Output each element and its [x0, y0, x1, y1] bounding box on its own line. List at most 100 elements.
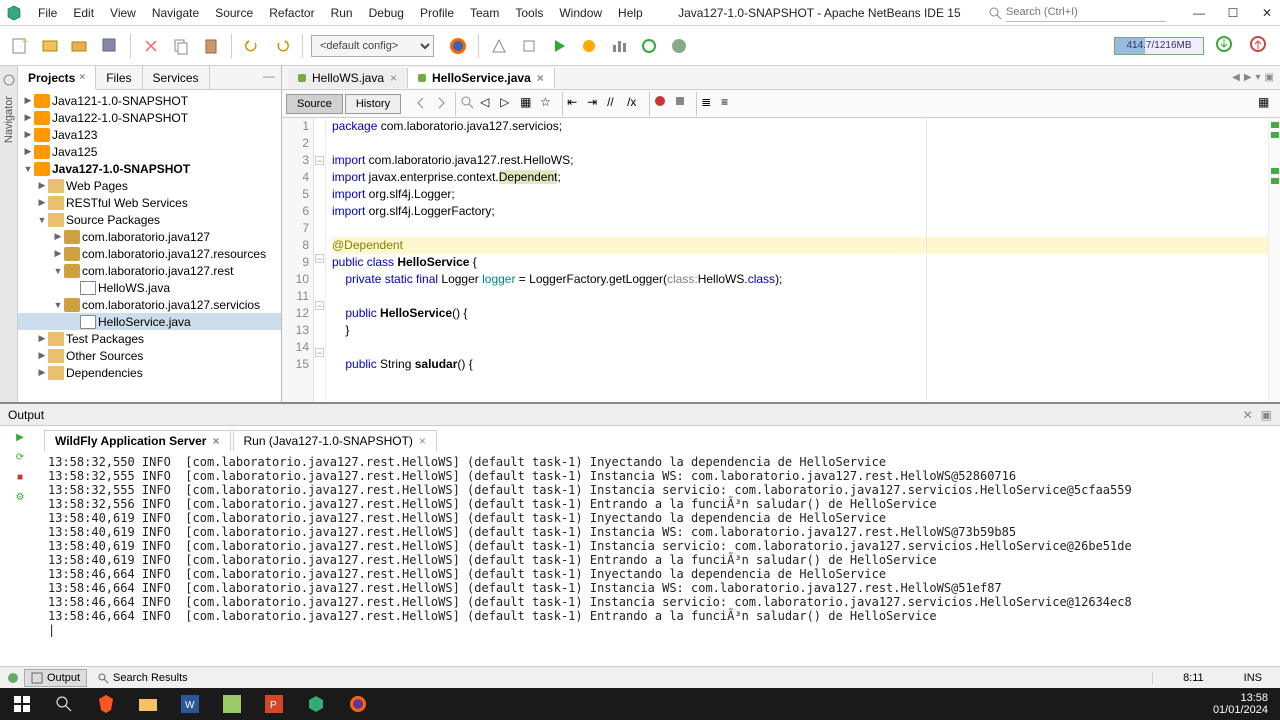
tree-node[interactable]: ▶Other Sources [18, 347, 281, 364]
tree-node[interactable]: ▶Dependencies [18, 364, 281, 381]
panel-tab-services[interactable]: Services [143, 66, 210, 89]
next-tab-icon[interactable]: ▶ [1244, 72, 1252, 83]
debug-icon[interactable] [577, 34, 601, 58]
project-tree[interactable]: ▶Java121-1.0-SNAPSHOT▶Java122-1.0-SNAPSH… [18, 90, 281, 402]
tree-node[interactable]: ▶Java122-1.0-SNAPSHOT [18, 109, 281, 126]
menu-window[interactable]: Window [551, 2, 610, 24]
tree-node[interactable]: ▶Java123 [18, 126, 281, 143]
editor-tab[interactable]: HelloService.java × [408, 68, 555, 88]
code-editor[interactable]: package com.laboratorio.java127.servicio… [326, 118, 1268, 402]
menu-tools[interactable]: Tools [507, 2, 551, 24]
word-icon[interactable]: W [172, 690, 208, 718]
tree-node[interactable]: HelloService.java [18, 313, 281, 330]
stop-output-icon[interactable]: ■ [11, 468, 29, 486]
tree-node[interactable]: ▶Web Pages [18, 177, 281, 194]
output-close-icon[interactable]: ✕ [1243, 408, 1253, 422]
memory-indicator[interactable]: 414.7/1216MB [1114, 37, 1204, 55]
clean-build-icon[interactable] [517, 34, 541, 58]
tree-node[interactable]: ▼com.laboratorio.java127.servicios [18, 296, 281, 313]
firefox-icon[interactable] [340, 690, 376, 718]
output-console[interactable]: 13:58:32,550 INFO [com.laboratorio.java1… [40, 451, 1280, 666]
comment-icon[interactable]: // [607, 95, 625, 113]
redo-icon[interactable] [270, 34, 294, 58]
attach-debugger-icon[interactable] [637, 34, 661, 58]
new-project-icon[interactable] [38, 34, 62, 58]
maximize-button[interactable]: ☐ [1226, 6, 1240, 20]
start-button[interactable] [4, 690, 40, 718]
menu-run[interactable]: Run [323, 2, 361, 24]
tree-node[interactable]: ▼Java127-1.0-SNAPSHOT [18, 160, 281, 177]
undo-icon[interactable] [240, 34, 264, 58]
save-all-icon[interactable] [98, 34, 122, 58]
rerun-debug-icon[interactable]: ⟳ [11, 448, 29, 466]
new-file-icon[interactable]: + [8, 34, 32, 58]
macro-stop-icon[interactable] [674, 95, 692, 113]
menu-navigate[interactable]: Navigate [144, 2, 207, 24]
close-button[interactable]: ✕ [1260, 6, 1274, 20]
menu-team[interactable]: Team [462, 2, 507, 24]
menu-help[interactable]: Help [610, 2, 651, 24]
menu-file[interactable]: File [30, 2, 65, 24]
panel-tab-files[interactable]: Files [96, 66, 142, 89]
minimize-button[interactable]: — [1192, 6, 1206, 20]
paste-icon[interactable] [199, 34, 223, 58]
run-icon[interactable] [547, 34, 571, 58]
shift-right-icon[interactable]: ⇥ [587, 95, 605, 113]
output-bottom-tab[interactable]: Output [24, 669, 87, 687]
find-icon[interactable] [460, 95, 478, 113]
cut-icon[interactable] [139, 34, 163, 58]
fold-column[interactable]: −−−− [314, 118, 326, 402]
tree-node[interactable]: ▶Test Packages [18, 330, 281, 347]
highlight-icon[interactable]: ▦ [520, 95, 538, 113]
tree-node[interactable]: ▶com.laboratorio.java127.resources [18, 245, 281, 262]
shift-left-icon[interactable]: ⇤ [567, 95, 585, 113]
explorer-icon[interactable] [130, 690, 166, 718]
open-project-icon[interactable] [68, 34, 92, 58]
menu-view[interactable]: View [102, 2, 144, 24]
toggle-bookmark-icon[interactable]: ☆ [540, 95, 558, 113]
tree-node[interactable]: ▶Java125 [18, 143, 281, 160]
settings-output-icon[interactable]: ⚙ [11, 488, 29, 506]
find-prev-icon[interactable]: ◁ [480, 95, 498, 113]
gutter[interactable]: 123456789101112131415 [282, 118, 314, 402]
find-next-icon[interactable]: ▷ [500, 95, 518, 113]
notifications-icon[interactable] [6, 671, 20, 685]
menu-source[interactable]: Source [207, 2, 261, 24]
diff-from-icon[interactable]: ≡ [721, 95, 739, 113]
git-push-icon[interactable] [1248, 34, 1272, 58]
tree-node[interactable]: ▼com.laboratorio.java127.rest [18, 262, 281, 279]
output-maximize-icon[interactable]: ▣ [1261, 408, 1272, 422]
powerpoint-icon[interactable]: P [256, 690, 292, 718]
config-select[interactable]: <default config> [311, 35, 434, 57]
nav-forward-icon[interactable] [433, 95, 451, 113]
error-stripe[interactable] [1268, 118, 1280, 402]
netbeans-task-icon[interactable] [298, 690, 334, 718]
taskbar-search-icon[interactable] [46, 690, 82, 718]
split-icon[interactable]: ▦ [1258, 95, 1276, 113]
build-icon[interactable] [487, 34, 511, 58]
menu-edit[interactable]: Edit [65, 2, 102, 24]
menu-debug[interactable]: Debug [361, 2, 412, 24]
quick-search-input[interactable] [1006, 4, 1166, 22]
uncomment-icon[interactable]: /x [627, 95, 645, 113]
tree-node[interactable]: ▶RESTful Web Services [18, 194, 281, 211]
panel-tab-projects[interactable]: Projects × [18, 66, 96, 90]
brave-icon[interactable] [88, 690, 124, 718]
history-view-button[interactable]: History [345, 94, 401, 114]
browser-icon[interactable] [446, 34, 470, 58]
stop-icon[interactable] [667, 34, 691, 58]
menu-profile[interactable]: Profile [412, 2, 462, 24]
git-pull-icon[interactable] [1214, 34, 1238, 58]
output-tab[interactable]: WildFly Application Server × [44, 430, 231, 451]
macro-start-icon[interactable] [654, 95, 672, 113]
nav-back-icon[interactable] [413, 95, 431, 113]
navigator-rail[interactable]: Navigator [0, 66, 18, 402]
copy-icon[interactable] [169, 34, 193, 58]
source-view-button[interactable]: Source [286, 94, 343, 114]
prev-tab-icon[interactable]: ◀ [1232, 72, 1240, 83]
tree-node[interactable]: ▶Java121-1.0-SNAPSHOT [18, 92, 281, 109]
rerun-icon[interactable]: ▶ [11, 428, 29, 446]
notepadpp-icon[interactable] [214, 690, 250, 718]
editor-tab[interactable]: HelloWS.java × [288, 68, 408, 88]
tab-list-icon[interactable]: ▾ [1256, 72, 1261, 83]
